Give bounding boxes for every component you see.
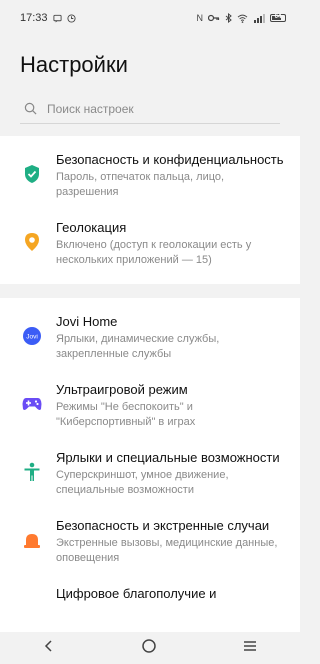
search-icon (24, 102, 37, 115)
settings-group-2: Jovi Jovi Home Ярлыки, динамические служ… (0, 298, 300, 636)
bluetooth-icon (225, 13, 232, 23)
settings-group-1: Безопасность и конфиденциальность Пароль… (0, 136, 300, 284)
location-pin-icon (20, 230, 44, 254)
shield-check-icon (20, 162, 44, 186)
settings-item-ultra-game-mode[interactable]: Ультраигровой режим Режимы "Не беспокоит… (0, 372, 300, 440)
message-icon (52, 14, 62, 23)
item-subtitle: Включено (доступ к геолокации есть у нес… (56, 239, 252, 266)
settings-item-digital-wellbeing[interactable]: Цифровое благополучие и (0, 576, 300, 630)
item-subtitle: Суперскриншот, умное движение, специальн… (56, 469, 229, 496)
item-title: Jovi Home (56, 314, 118, 329)
item-subtitle: Экстренные вызовы, медицинские данные, о… (56, 537, 278, 564)
back-icon (45, 639, 52, 652)
item-title: Безопасность и экстренные случаи (56, 518, 270, 533)
settings-item-location[interactable]: Геолокация Включено (доступ к геолокации… (0, 210, 300, 278)
item-title: Цифровое благополучие и (56, 586, 217, 601)
home-button[interactable] (141, 638, 157, 659)
search-input[interactable] (47, 101, 267, 116)
svg-text:Jovi: Jovi (26, 334, 38, 341)
menu-icon (243, 640, 256, 651)
alarm-icon (66, 13, 76, 23)
item-subtitle: Ярлыки, динамические службы, закрепленны… (56, 333, 220, 360)
item-subtitle: Режимы "Не беспокоить" и "Киберспортивны… (56, 401, 196, 428)
navigation-bar (0, 632, 300, 664)
item-title: Геолокация (56, 220, 127, 235)
nfc-icon: N (196, 12, 204, 23)
settings-item-shortcuts-accessibility[interactable]: Ярлыки и специальные возможности Суперск… (0, 440, 300, 508)
settings-item-jovi-home[interactable]: Jovi Jovi Home Ярлыки, динамические служ… (0, 304, 300, 372)
status-bar: 17:33 N 64 (0, 0, 300, 36)
jovi-icon: Jovi (20, 324, 44, 348)
emergency-light-icon (20, 528, 44, 552)
home-icon (142, 638, 156, 653)
recents-button[interactable] (242, 639, 258, 658)
settings-item-safety-emergency[interactable]: Безопасность и экстренные случаи Экстрен… (0, 508, 300, 576)
item-title: Ярлыки и специальные возможности (56, 450, 280, 465)
status-time: 17:33 (20, 12, 48, 24)
page-title: Настройки (20, 52, 128, 77)
item-title: Ультраигровой режим (56, 382, 188, 397)
settings-item-security-privacy[interactable]: Безопасность и конфиденциальность Пароль… (0, 142, 300, 210)
gamepad-icon (20, 392, 44, 416)
search-bar[interactable] (20, 96, 280, 124)
battery-icon: 64 (270, 14, 286, 22)
header: Настройки (0, 36, 300, 124)
signal-icon (253, 13, 265, 23)
key-icon (208, 14, 220, 22)
wifi-icon (237, 14, 248, 23)
accessibility-icon (20, 460, 44, 484)
item-subtitle: Пароль, отпечаток пальца, лицо, разрешен… (56, 171, 225, 198)
digital-wellbeing-icon (20, 596, 44, 620)
back-button[interactable] (42, 639, 56, 658)
item-title: Безопасность и конфиденциальность (56, 152, 284, 167)
